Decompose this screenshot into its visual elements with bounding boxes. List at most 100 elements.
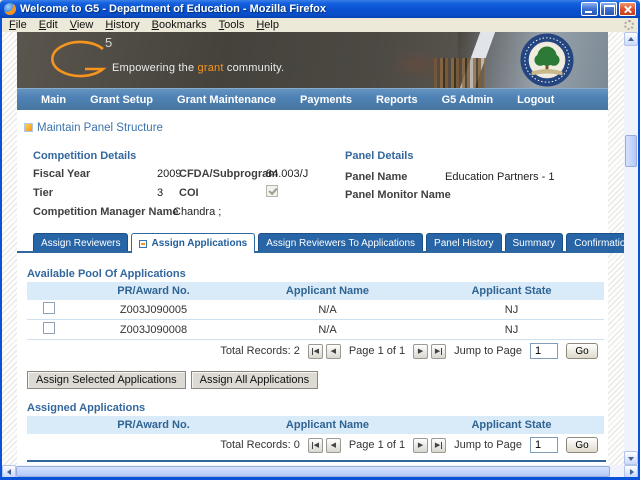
panel-name-value: Education Partners - 1 [445, 171, 555, 183]
g5-banner: 5 Empowering the grant community. [17, 32, 608, 88]
col-applicant-state: Applicant State [471, 285, 552, 297]
prev-page-button[interactable]: ◀ [325, 437, 341, 453]
browser-window: Welcome to G5 - Department of Education … [0, 0, 640, 480]
nav-grant-maintenance[interactable]: Grant Maintenance [165, 94, 288, 106]
g5-logo-icon [51, 40, 107, 78]
fiscal-year-label: Fiscal Year [33, 168, 91, 180]
table-row: Z003J090008 N/A NJ [27, 320, 604, 340]
assign-all-applications-button[interactable]: Assign All Applications [190, 371, 319, 389]
tab-summary[interactable]: Summary [504, 233, 564, 253]
tab-panel-history[interactable]: Panel History [426, 233, 502, 253]
tab-underline [17, 251, 608, 253]
jump-to-page-label: Jump to Page [454, 439, 522, 451]
cfda-value: 84.003/J [266, 168, 309, 180]
tab-assign-applications[interactable]: Assign Applications [131, 233, 256, 253]
title-bar: Welcome to G5 - Department of Education … [0, 0, 640, 18]
assign-selected-applications-button[interactable]: Assign Selected Applications [27, 371, 186, 389]
pagination-bar: Total Records: 2 ◀ ◀ Page 1 of 1 ▶ ▶ Jum… [27, 340, 604, 362]
nav-logout[interactable]: Logout [505, 94, 566, 106]
first-page-icon: ◀ [313, 442, 320, 449]
tab-bar: Assign Reviewers Assign Applications Ass… [33, 233, 638, 253]
assigned-applications-table: PR/Award No. Applicant Name Applicant St… [27, 416, 604, 456]
main-nav: Main Grant Setup Grant Maintenance Payme… [17, 88, 608, 110]
prev-page-button[interactable]: ◀ [325, 343, 341, 359]
menu-edit[interactable]: Edit [34, 19, 63, 32]
available-pool-heading: Available Pool Of Applications [27, 268, 186, 280]
bottom-divider [27, 460, 606, 462]
browser-viewport: 5 Empowering the grant community. Main G… [2, 32, 638, 465]
close-button[interactable] [619, 2, 636, 16]
tier-value: 3 [157, 187, 164, 199]
prev-page-icon: ◀ [330, 442, 337, 449]
menu-history[interactable]: History [100, 19, 144, 32]
row-checkbox[interactable] [43, 302, 55, 314]
nav-reports[interactable]: Reports [364, 94, 430, 106]
scroll-up-button[interactable] [624, 32, 638, 46]
first-page-button[interactable]: ◀ [307, 343, 323, 359]
nav-g5-admin[interactable]: G5 Admin [430, 94, 506, 106]
jump-to-page-input[interactable] [530, 437, 558, 453]
assigned-applications-heading: Assigned Applications [27, 402, 146, 414]
active-tab-icon [139, 239, 148, 248]
next-page-button[interactable]: ▶ [413, 343, 429, 359]
next-page-icon: ▶ [417, 442, 424, 449]
next-page-button[interactable]: ▶ [413, 437, 429, 453]
next-page-icon: ▶ [417, 348, 424, 355]
nav-grant-setup[interactable]: Grant Setup [78, 94, 165, 106]
page-title: Maintain Panel Structure [37, 122, 163, 134]
horizontal-scroll-thumb[interactable] [16, 466, 610, 477]
panel-details-heading: Panel Details [345, 150, 414, 162]
last-page-icon: ▶ [434, 442, 441, 449]
col-applicant-name: Applicant Name [285, 419, 370, 431]
total-records: Total Records: 0 [220, 439, 300, 451]
last-page-button[interactable]: ▶ [431, 437, 447, 453]
menu-tools[interactable]: Tools [214, 19, 250, 32]
table-header-row: PR/Award No. Applicant Name Applicant St… [27, 282, 604, 300]
menu-file[interactable]: File [4, 19, 32, 32]
first-page-button[interactable]: ◀ [307, 437, 323, 453]
minimize-button[interactable] [581, 2, 598, 16]
nav-main[interactable]: Main [29, 94, 78, 106]
tab-assign-reviewers-to-applications[interactable]: Assign Reviewers To Applications [258, 233, 424, 253]
jump-to-page-label: Jump to Page [454, 345, 522, 357]
menu-view[interactable]: View [65, 19, 99, 32]
page-indicator: Page 1 of 1 [348, 345, 406, 357]
row-checkbox[interactable] [43, 322, 55, 334]
menu-bar: File Edit View History Bookmarks Tools H… [2, 18, 638, 32]
menu-bookmarks[interactable]: Bookmarks [147, 19, 212, 32]
coi-checkbox[interactable] [266, 185, 278, 197]
go-button[interactable]: Go [566, 343, 598, 359]
table-row: Z003J090005 N/A NJ [27, 300, 604, 320]
vertical-scrollbar[interactable] [624, 32, 638, 465]
prev-page-icon: ◀ [330, 348, 337, 355]
nav-payments[interactable]: Payments [288, 94, 364, 106]
jump-to-page-input[interactable] [530, 343, 558, 359]
vertical-scroll-thumb[interactable] [625, 135, 637, 167]
page-title-bullet-icon [24, 123, 33, 132]
competition-details-heading: Competition Details [33, 150, 137, 162]
page-margin-stripes [2, 32, 17, 465]
total-records: Total Records: 2 [220, 345, 300, 357]
first-page-icon: ◀ [313, 348, 320, 355]
cfda-label: CFDA/Subprogram [179, 168, 278, 180]
dept-education-seal-icon [520, 33, 574, 87]
page-content: 5 Empowering the grant community. Main G… [17, 32, 638, 465]
col-applicant-state: Applicant State [471, 419, 552, 431]
activity-gear-icon [624, 20, 634, 30]
window-title: Welcome to G5 - Department of Education … [20, 3, 326, 15]
table-header-row: PR/Award No. Applicant Name Applicant St… [27, 416, 604, 434]
page-indicator: Page 1 of 1 [348, 439, 406, 451]
scroll-down-button[interactable] [624, 451, 638, 465]
last-page-button[interactable]: ▶ [431, 343, 447, 359]
go-button[interactable]: Go [566, 437, 598, 453]
coi-label: COI [179, 187, 199, 199]
firefox-icon [4, 3, 16, 15]
menu-help[interactable]: Help [251, 19, 284, 32]
available-pool-table: PR/Award No. Applicant Name Applicant St… [27, 282, 604, 362]
tier-label: Tier [33, 187, 53, 199]
pagination-bar: Total Records: 0 ◀ ◀ Page 1 of 1 ▶ ▶ Jum… [27, 434, 604, 456]
page-body: Maintain Panel Structure Competition Det… [17, 110, 638, 465]
panel-name-label: Panel Name [345, 171, 408, 183]
tab-assign-reviewers[interactable]: Assign Reviewers [33, 233, 129, 253]
maximize-button[interactable] [600, 2, 617, 16]
